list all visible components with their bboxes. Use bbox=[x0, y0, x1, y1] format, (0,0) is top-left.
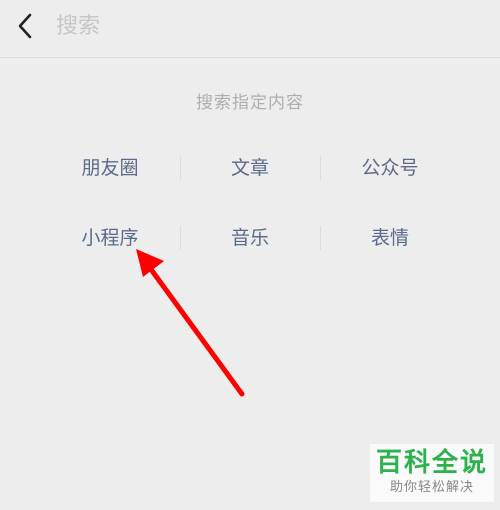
watermark-logo: 百科全说 助你轻松解决 bbox=[370, 444, 494, 502]
watermark-title: 百科全说 bbox=[375, 448, 488, 478]
annotation-arrow-head bbox=[136, 249, 164, 277]
annotation-arrow-line bbox=[147, 265, 245, 397]
annotation-arrow bbox=[136, 249, 245, 397]
watermark-subtitle: 助你轻松解决 bbox=[389, 480, 474, 495]
